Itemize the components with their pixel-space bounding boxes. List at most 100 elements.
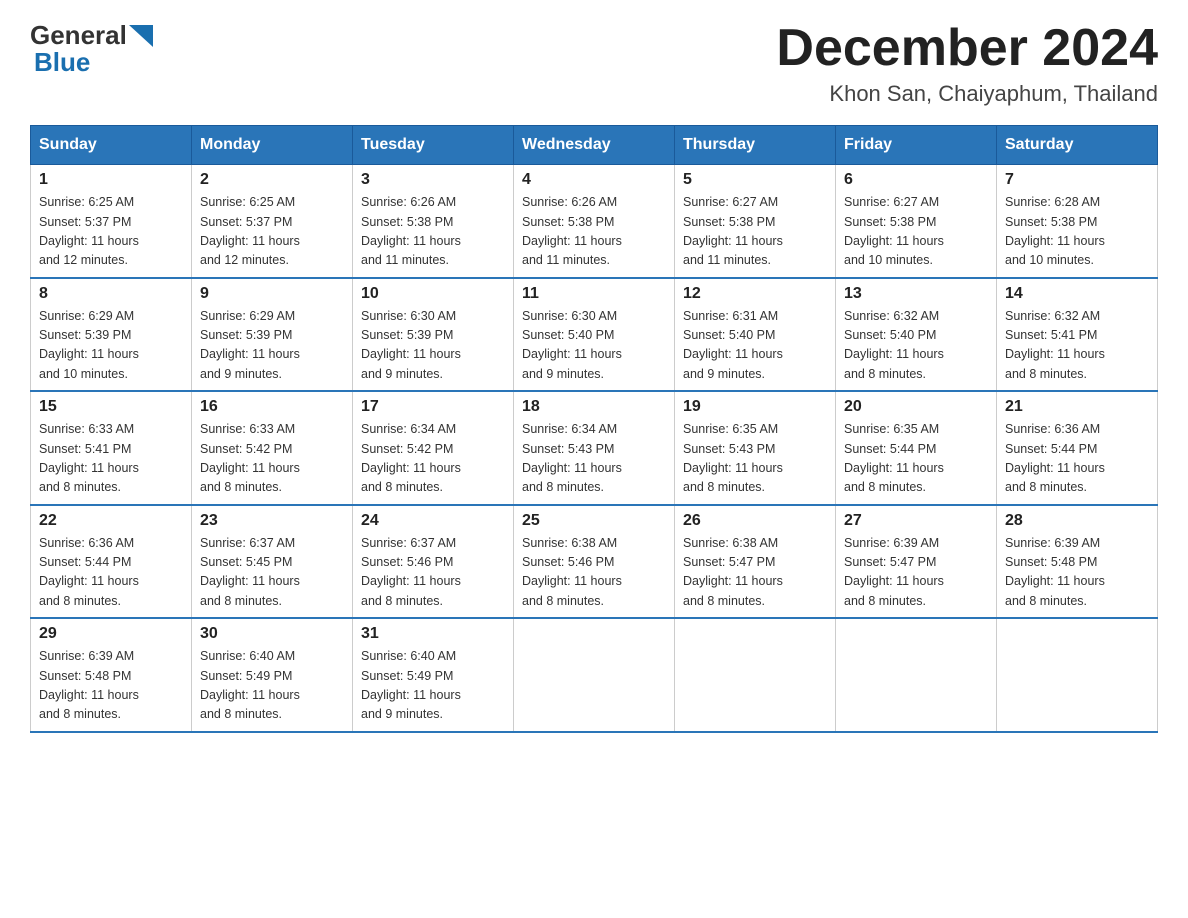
- day-info: Sunrise: 6:33 AMSunset: 5:41 PMDaylight:…: [39, 420, 183, 498]
- calendar-day-cell: [836, 618, 997, 732]
- day-info: Sunrise: 6:35 AMSunset: 5:43 PMDaylight:…: [683, 420, 827, 498]
- calendar-day-cell: 2 Sunrise: 6:25 AMSunset: 5:37 PMDaylight…: [192, 165, 353, 278]
- day-info: Sunrise: 6:32 AMSunset: 5:40 PMDaylight:…: [844, 307, 988, 385]
- day-info: Sunrise: 6:40 AMSunset: 5:49 PMDaylight:…: [200, 647, 344, 725]
- day-info: Sunrise: 6:25 AMSunset: 5:37 PMDaylight:…: [39, 193, 183, 271]
- calendar-day-cell: [675, 618, 836, 732]
- calendar-title: December 2024: [776, 20, 1158, 77]
- calendar-day-cell: 4Sunrise: 6:26 AMSunset: 5:38 PMDaylight…: [514, 165, 675, 278]
- day-number: 19: [683, 398, 827, 416]
- calendar-day-header: Tuesday: [353, 126, 514, 165]
- day-info: Sunrise: 6:39 AMSunset: 5:47 PMDaylight:…: [844, 534, 988, 612]
- day-number: 18: [522, 398, 666, 416]
- calendar-day-cell: 22 Sunrise: 6:36 AMSunset: 5:44 PMDayligh…: [31, 505, 192, 619]
- calendar-day-cell: 25 Sunrise: 6:38 AMSunset: 5:46 PMDayligh…: [514, 505, 675, 619]
- day-info: Sunrise: 6:35 AMSunset: 5:44 PMDaylight:…: [844, 420, 988, 498]
- day-info: Sunrise: 6:28 AMSunset: 5:38 PMDaylight:…: [1005, 193, 1149, 271]
- calendar-day-cell: 5 Sunrise: 6:27 AMSunset: 5:38 PMDaylight…: [675, 165, 836, 278]
- day-info: Sunrise: 6:29 AMSunset: 5:39 PMDaylight:…: [200, 307, 344, 385]
- calendar-day-cell: 15 Sunrise: 6:33 AMSunset: 5:41 PMDayligh…: [31, 391, 192, 505]
- day-number: 1: [39, 171, 183, 189]
- calendar-day-cell: 3Sunrise: 6:26 AMSunset: 5:38 PMDaylight…: [353, 165, 514, 278]
- day-number: 28: [1005, 512, 1149, 530]
- calendar-day-cell: 17 Sunrise: 6:34 AMSunset: 5:42 PMDayligh…: [353, 391, 514, 505]
- day-number: 24: [361, 512, 505, 530]
- day-number: 8: [39, 285, 183, 303]
- day-info: Sunrise: 6:25 AMSunset: 5:37 PMDaylight:…: [200, 193, 344, 271]
- calendar-day-cell: 27 Sunrise: 6:39 AMSunset: 5:47 PMDayligh…: [836, 505, 997, 619]
- day-number: 2: [200, 171, 344, 189]
- day-info: Sunrise: 6:40 AMSunset: 5:49 PMDaylight:…: [361, 647, 505, 725]
- day-number: 30: [200, 625, 344, 643]
- calendar-week-row: 22 Sunrise: 6:36 AMSunset: 5:44 PMDayligh…: [31, 505, 1158, 619]
- day-info: Sunrise: 6:30 AMSunset: 5:39 PMDaylight:…: [361, 307, 505, 385]
- logo: General Blue: [30, 20, 153, 78]
- calendar-day-cell: 24Sunrise: 6:37 AMSunset: 5:46 PMDayligh…: [353, 505, 514, 619]
- day-number: 21: [1005, 398, 1149, 416]
- day-number: 13: [844, 285, 988, 303]
- calendar-week-row: 1 Sunrise: 6:25 AMSunset: 5:37 PMDaylight…: [31, 165, 1158, 278]
- calendar-day-cell: 11 Sunrise: 6:30 AMSunset: 5:40 PMDayligh…: [514, 278, 675, 392]
- day-info: Sunrise: 6:38 AMSunset: 5:46 PMDaylight:…: [522, 534, 666, 612]
- day-number: 7: [1005, 171, 1149, 189]
- day-number: 22: [39, 512, 183, 530]
- calendar-week-row: 29Sunrise: 6:39 AMSunset: 5:48 PMDayligh…: [31, 618, 1158, 732]
- calendar-day-cell: 13 Sunrise: 6:32 AMSunset: 5:40 PMDayligh…: [836, 278, 997, 392]
- day-number: 4: [522, 171, 666, 189]
- day-number: 20: [844, 398, 988, 416]
- day-info: Sunrise: 6:32 AMSunset: 5:41 PMDaylight:…: [1005, 307, 1149, 385]
- day-info: Sunrise: 6:27 AMSunset: 5:38 PMDaylight:…: [844, 193, 988, 271]
- calendar-day-header: Saturday: [997, 126, 1158, 165]
- calendar-day-header: Friday: [836, 126, 997, 165]
- calendar-day-cell: 12Sunrise: 6:31 AMSunset: 5:40 PMDayligh…: [675, 278, 836, 392]
- page-header: General Blue December 2024 Khon San, Cha…: [30, 20, 1158, 107]
- calendar-day-cell: [514, 618, 675, 732]
- day-number: 16: [200, 398, 344, 416]
- calendar-day-cell: 10 Sunrise: 6:30 AMSunset: 5:39 PMDayligh…: [353, 278, 514, 392]
- day-info: Sunrise: 6:30 AMSunset: 5:40 PMDaylight:…: [522, 307, 666, 385]
- day-info: Sunrise: 6:36 AMSunset: 5:44 PMDaylight:…: [39, 534, 183, 612]
- calendar-day-cell: 1 Sunrise: 6:25 AMSunset: 5:37 PMDaylight…: [31, 165, 192, 278]
- day-info: Sunrise: 6:27 AMSunset: 5:38 PMDaylight:…: [683, 193, 827, 271]
- calendar-day-cell: 6Sunrise: 6:27 AMSunset: 5:38 PMDaylight…: [836, 165, 997, 278]
- calendar-day-cell: [997, 618, 1158, 732]
- day-info: Sunrise: 6:39 AMSunset: 5:48 PMDaylight:…: [39, 647, 183, 725]
- logo-arrow-icon: [129, 25, 153, 47]
- day-info: Sunrise: 6:26 AMSunset: 5:38 PMDaylight:…: [361, 193, 505, 271]
- day-info: Sunrise: 6:34 AMSunset: 5:42 PMDaylight:…: [361, 420, 505, 498]
- day-number: 17: [361, 398, 505, 416]
- calendar-day-cell: 30 Sunrise: 6:40 AMSunset: 5:49 PMDayligh…: [192, 618, 353, 732]
- calendar-day-header: Thursday: [675, 126, 836, 165]
- calendar-day-cell: 29Sunrise: 6:39 AMSunset: 5:48 PMDayligh…: [31, 618, 192, 732]
- calendar-day-cell: 8Sunrise: 6:29 AMSunset: 5:39 PMDaylight…: [31, 278, 192, 392]
- day-info: Sunrise: 6:36 AMSunset: 5:44 PMDaylight:…: [1005, 420, 1149, 498]
- calendar-day-header: Sunday: [31, 126, 192, 165]
- day-number: 9: [200, 285, 344, 303]
- day-number: 26: [683, 512, 827, 530]
- calendar-day-cell: 31 Sunrise: 6:40 AMSunset: 5:49 PMDayligh…: [353, 618, 514, 732]
- calendar-day-cell: 21 Sunrise: 6:36 AMSunset: 5:44 PMDayligh…: [997, 391, 1158, 505]
- logo-blue: Blue: [30, 47, 90, 78]
- calendar-day-cell: 26 Sunrise: 6:38 AMSunset: 5:47 PMDayligh…: [675, 505, 836, 619]
- day-number: 10: [361, 285, 505, 303]
- day-number: 31: [361, 625, 505, 643]
- day-number: 11: [522, 285, 666, 303]
- calendar-day-cell: 7 Sunrise: 6:28 AMSunset: 5:38 PMDaylight…: [997, 165, 1158, 278]
- calendar-day-cell: 23Sunrise: 6:37 AMSunset: 5:45 PMDayligh…: [192, 505, 353, 619]
- calendar-day-header: Wednesday: [514, 126, 675, 165]
- calendar-day-cell: 20 Sunrise: 6:35 AMSunset: 5:44 PMDayligh…: [836, 391, 997, 505]
- day-info: Sunrise: 6:39 AMSunset: 5:48 PMDaylight:…: [1005, 534, 1149, 612]
- calendar-day-cell: 28 Sunrise: 6:39 AMSunset: 5:48 PMDayligh…: [997, 505, 1158, 619]
- day-number: 27: [844, 512, 988, 530]
- day-number: 5: [683, 171, 827, 189]
- calendar-week-row: 8 Sunrise: 6:29 AMSunset: 5:39 PMDaylight…: [31, 278, 1158, 392]
- day-number: 15: [39, 398, 183, 416]
- day-number: 12: [683, 285, 827, 303]
- calendar-day-cell: 18Sunrise: 6:34 AMSunset: 5:43 PMDayligh…: [514, 391, 675, 505]
- calendar-header-row: SundayMondayTuesdayWednesdayThursdayFrid…: [31, 126, 1158, 165]
- calendar-day-cell: 19 Sunrise: 6:35 AMSunset: 5:43 PMDayligh…: [675, 391, 836, 505]
- day-number: 25: [522, 512, 666, 530]
- day-info: Sunrise: 6:33 AMSunset: 5:42 PMDaylight:…: [200, 420, 344, 498]
- calendar-table: SundayMondayTuesdayWednesdayThursdayFrid…: [30, 125, 1158, 733]
- day-info: Sunrise: 6:38 AMSunset: 5:47 PMDaylight:…: [683, 534, 827, 612]
